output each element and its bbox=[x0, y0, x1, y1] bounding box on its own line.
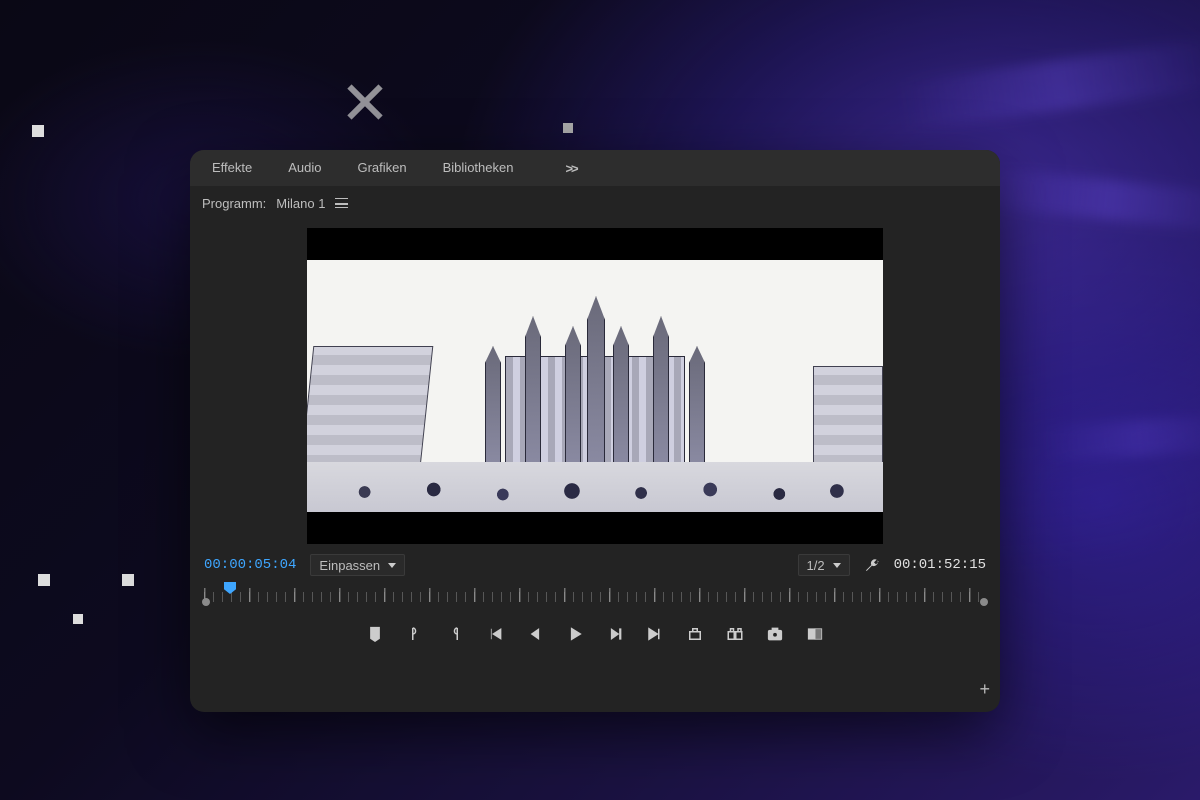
close-icon bbox=[340, 78, 388, 126]
zoom-fit-dropdown[interactable]: Einpassen bbox=[310, 554, 405, 576]
step-forward-button[interactable] bbox=[606, 625, 624, 643]
video-viewer[interactable] bbox=[307, 228, 883, 544]
mark-in-button[interactable] bbox=[406, 625, 424, 643]
comparison-view-button[interactable] bbox=[806, 625, 824, 643]
tab-audio[interactable]: Audio bbox=[274, 150, 335, 186]
chevron-down-icon bbox=[833, 563, 841, 568]
transport-bar bbox=[190, 612, 1000, 656]
current-timecode[interactable]: 00:00:05:04 bbox=[204, 557, 296, 573]
export-frame-button[interactable] bbox=[766, 625, 784, 643]
goto-in-button[interactable] bbox=[486, 625, 504, 643]
decor-dot bbox=[563, 123, 573, 133]
resolution-dropdown[interactable]: 1/2 bbox=[798, 554, 850, 576]
play-button[interactable] bbox=[566, 625, 584, 643]
time-ruler[interactable] bbox=[204, 584, 986, 610]
decor-dot bbox=[73, 614, 83, 624]
resolution-label: 1/2 bbox=[807, 558, 825, 573]
range-end-handle[interactable] bbox=[980, 598, 988, 606]
tab-graphics[interactable]: Grafiken bbox=[343, 150, 420, 186]
sequence-name: Milano 1 bbox=[276, 196, 325, 211]
button-editor-plus[interactable]: + bbox=[979, 679, 990, 700]
chevron-down-icon bbox=[388, 563, 396, 568]
workspace-tabbar: Effekte Audio Grafiken Bibliotheken >> bbox=[190, 150, 1000, 186]
add-marker-button[interactable] bbox=[366, 625, 384, 643]
decor-dot bbox=[122, 574, 134, 586]
panel-title-row: Programm: Milano 1 bbox=[190, 186, 1000, 220]
settings-wrench-icon[interactable] bbox=[864, 557, 880, 573]
decor-dot bbox=[38, 574, 50, 586]
decor-dot bbox=[32, 125, 44, 137]
tab-libraries[interactable]: Bibliotheken bbox=[429, 150, 528, 186]
step-back-button[interactable] bbox=[526, 625, 544, 643]
range-start-handle[interactable] bbox=[202, 598, 210, 606]
mark-out-button[interactable] bbox=[446, 625, 464, 643]
zoom-fit-label: Einpassen bbox=[319, 558, 380, 573]
viewer-controls-row: 00:00:05:04 Einpassen 1/2 00:01:52:15 bbox=[190, 544, 1000, 576]
program-monitor-panel: Effekte Audio Grafiken Bibliotheken >> P… bbox=[190, 150, 1000, 712]
extract-button[interactable] bbox=[726, 625, 744, 643]
video-frame bbox=[307, 260, 883, 512]
lift-button[interactable] bbox=[686, 625, 704, 643]
goto-out-button[interactable] bbox=[646, 625, 664, 643]
panel-menu-icon[interactable] bbox=[335, 198, 348, 208]
duration-timecode: 00:01:52:15 bbox=[894, 557, 986, 573]
tab-overflow-button[interactable]: >> bbox=[555, 161, 586, 176]
program-label: Programm: bbox=[202, 196, 266, 211]
tab-effects[interactable]: Effekte bbox=[198, 150, 266, 186]
